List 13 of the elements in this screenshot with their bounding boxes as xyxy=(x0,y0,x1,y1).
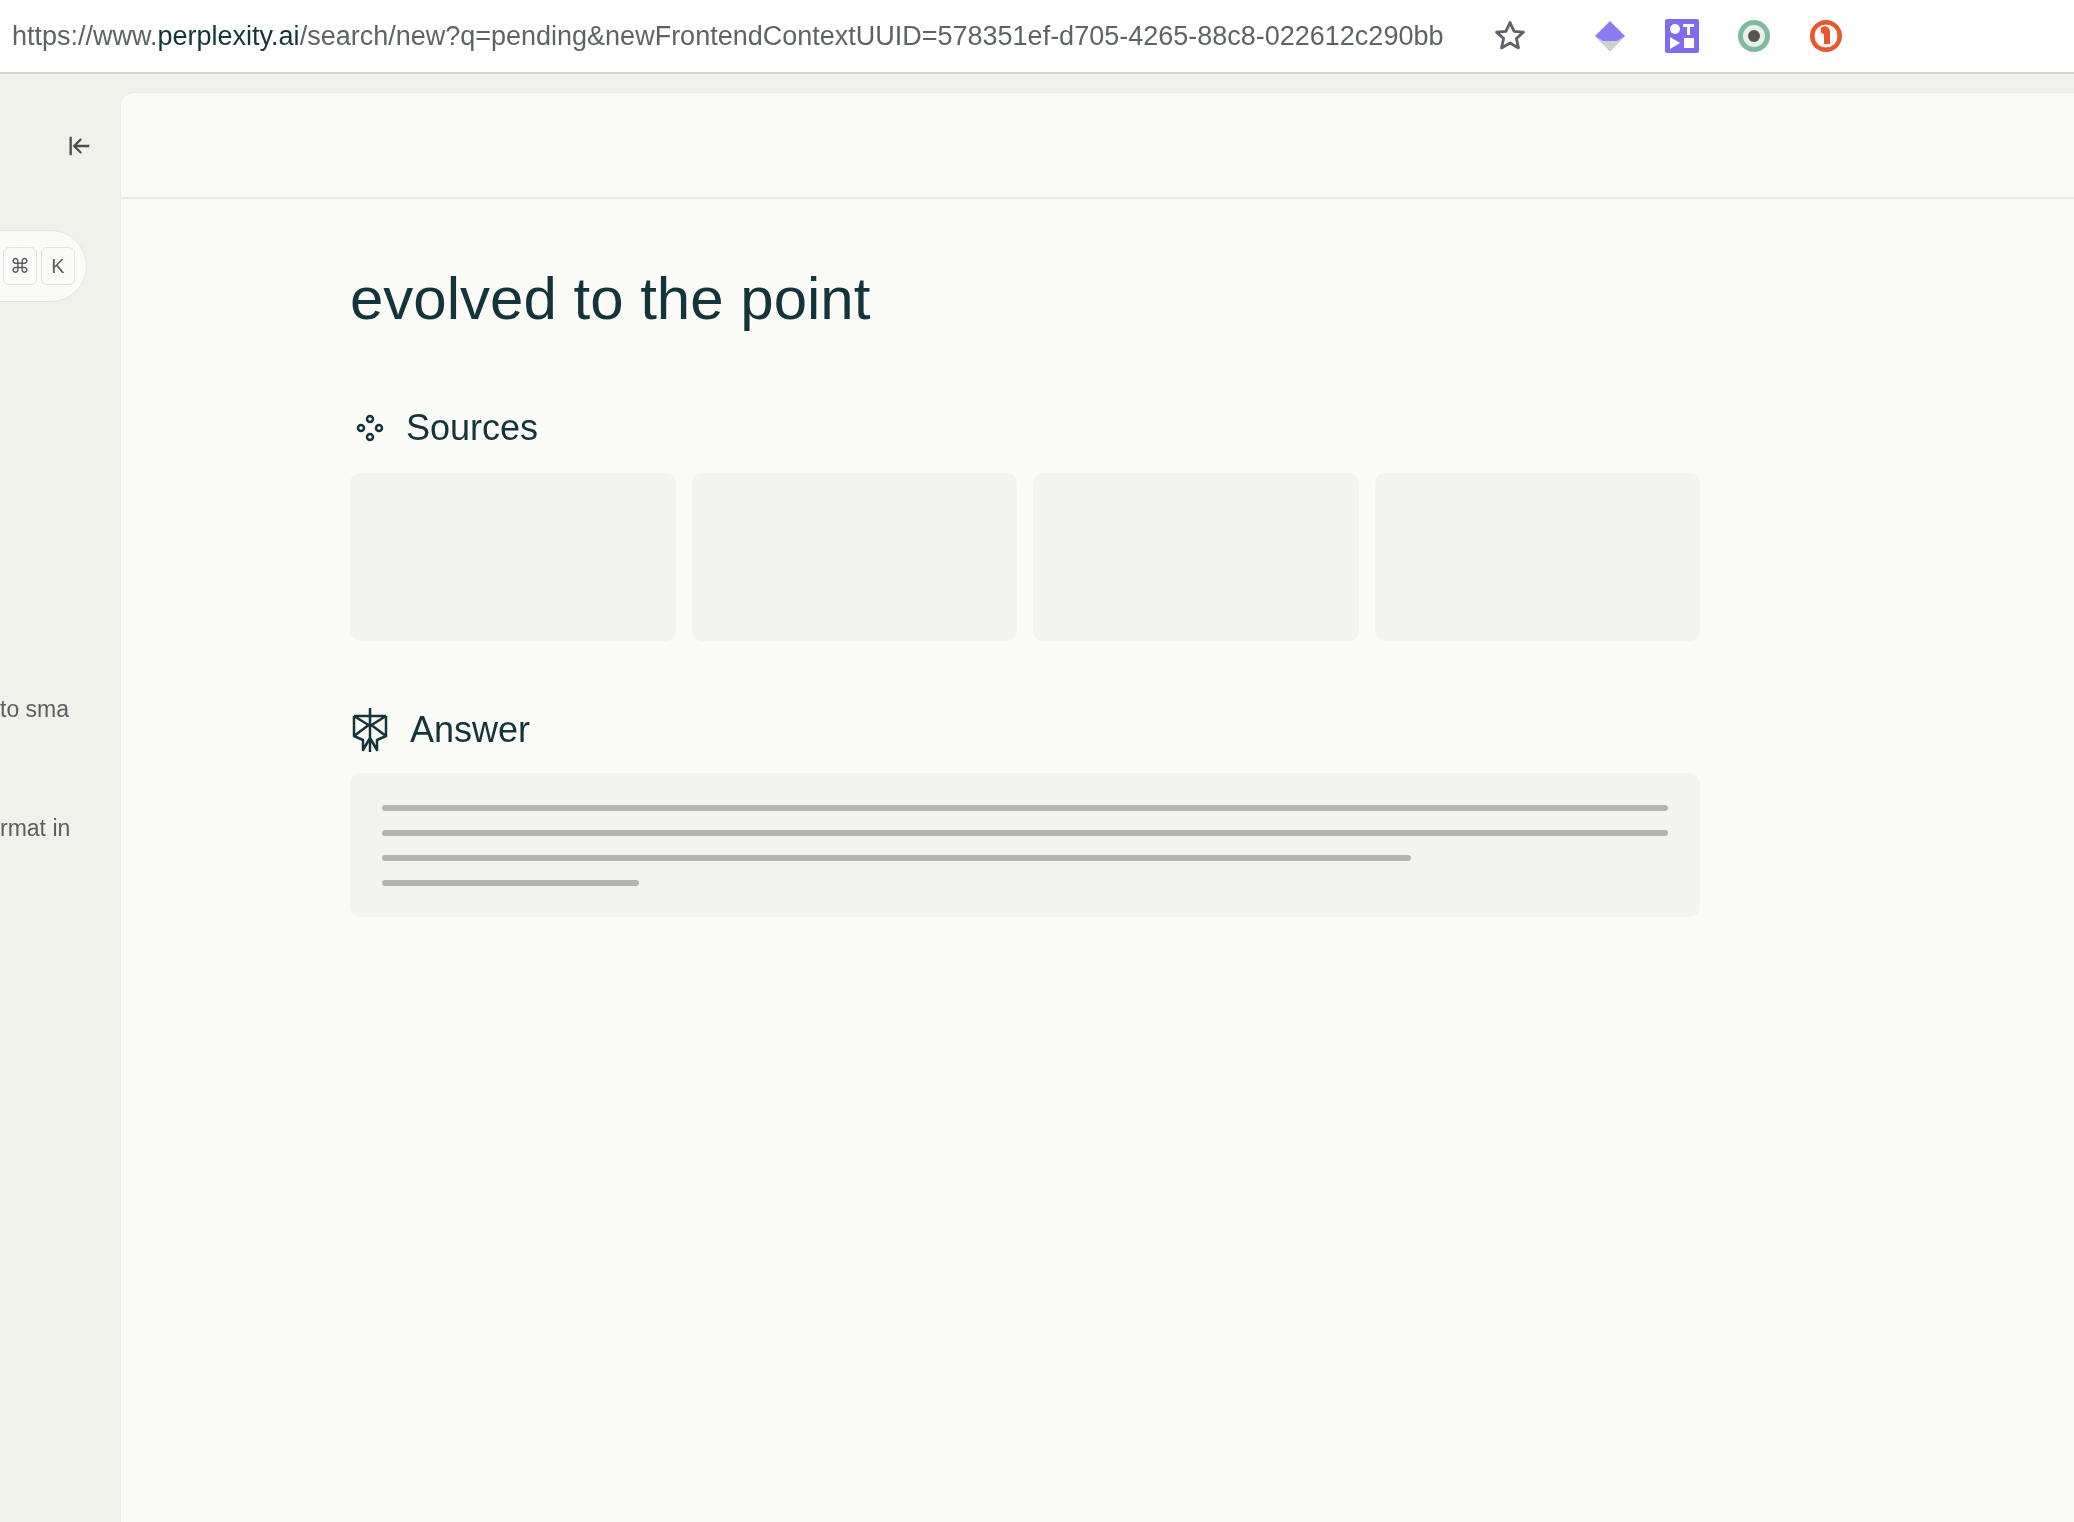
diamond-icon[interactable] xyxy=(1593,19,1628,53)
key-cap: K xyxy=(41,247,75,285)
thread-item[interactable]: to sma xyxy=(0,692,71,727)
query-title: evolved to the point xyxy=(350,264,872,334)
shortcut-pill[interactable]: ⌘ K xyxy=(0,230,87,302)
ring-icon[interactable] xyxy=(1737,19,1772,53)
sources-icon xyxy=(354,412,386,444)
answer-icon xyxy=(350,706,390,754)
answer-heading: Answer xyxy=(410,708,531,752)
shapes-icon[interactable] xyxy=(1665,19,1700,53)
key-cap: ⌘ xyxy=(3,247,37,285)
thread-item[interactable]: rmat in xyxy=(0,810,71,845)
sources-heading: Sources xyxy=(406,406,539,450)
